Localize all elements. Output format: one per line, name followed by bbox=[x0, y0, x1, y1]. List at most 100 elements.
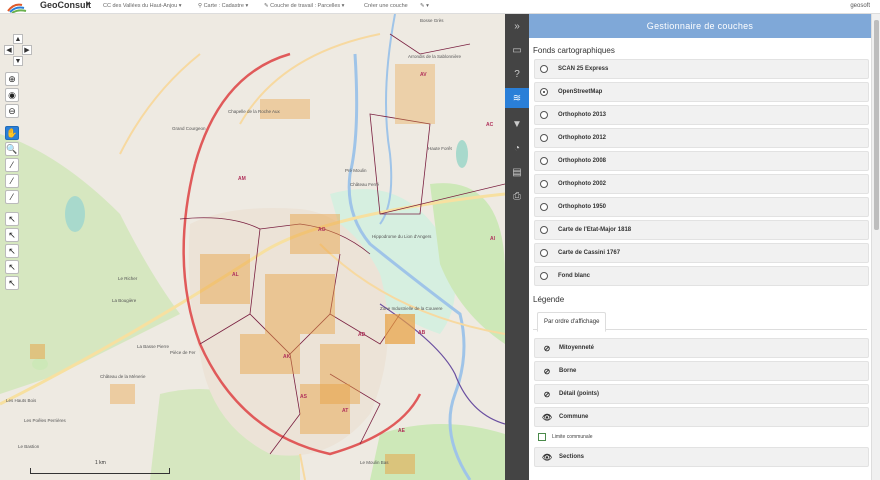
legend-sub-item: Limite communale bbox=[534, 430, 869, 444]
basemap-item[interactable]: Orthophoto 2012 bbox=[534, 128, 869, 148]
menu-create-layer[interactable]: Créer une couche bbox=[364, 3, 408, 9]
layers-icon[interactable]: ≋ bbox=[505, 88, 529, 108]
legend-label: Commune bbox=[559, 414, 589, 420]
basemap-item[interactable]: Orthophoto 2002 bbox=[534, 174, 869, 194]
basemap-label: Orthophoto 1950 bbox=[558, 204, 607, 210]
basemap-label: SCAN 25 Express bbox=[558, 66, 609, 72]
section-label: AE bbox=[398, 428, 405, 434]
select-polygon-icon[interactable]: ↖ bbox=[5, 244, 19, 258]
zoom-in-icon[interactable]: ⊕ bbox=[5, 72, 19, 86]
legend-item[interactable]: ⊘ Borne bbox=[534, 361, 869, 381]
section-label: AO bbox=[318, 227, 326, 233]
map-label: La Basse Pierre bbox=[137, 344, 170, 349]
basemap-radio[interactable] bbox=[540, 111, 548, 119]
panel-scrollbar[interactable] bbox=[871, 14, 880, 480]
menu-collectivity[interactable]: CC des Vallées du Haut-Anjou ▾ bbox=[103, 3, 182, 9]
select-line-icon[interactable]: ↖ bbox=[5, 228, 19, 242]
pan-right-icon[interactable]: ▶ bbox=[22, 45, 32, 55]
section-label: AC bbox=[486, 122, 494, 128]
map-label: Pré Moulin bbox=[345, 168, 367, 173]
legend-item[interactable]: 👁 Commune bbox=[534, 407, 869, 427]
scrollbar-thumb[interactable] bbox=[874, 20, 879, 230]
section-label: AB bbox=[418, 330, 426, 336]
zoom-out-icon[interactable]: ⊖ bbox=[5, 104, 19, 118]
basemap-radio[interactable] bbox=[540, 157, 548, 165]
legend-title: Légende bbox=[533, 295, 565, 304]
eye-slash-icon[interactable]: ⊘ bbox=[541, 390, 553, 399]
tab-display-order[interactable]: Par ordre d'affichage bbox=[537, 312, 607, 332]
basemap-radio[interactable] bbox=[540, 134, 548, 142]
section-label: AS bbox=[300, 394, 307, 400]
eye-icon[interactable]: 👁 bbox=[541, 453, 553, 462]
eye-slash-icon[interactable]: ⊘ bbox=[541, 367, 553, 376]
map-label: Arrondis de la Sablonnière bbox=[408, 54, 462, 59]
basemap-item[interactable]: Orthophoto 2013 bbox=[534, 105, 869, 125]
user-menu[interactable]: geosoft bbox=[850, 3, 870, 9]
basemap-item[interactable]: Orthophoto 1950 bbox=[534, 197, 869, 217]
map-label: Le Richer bbox=[118, 276, 138, 281]
legend-label: Sections bbox=[559, 454, 585, 460]
map-view[interactable]: ▲ ◀ ▶ ▼ ⊕ ◉ ⊖ ✋ 🔍 ⁄ ⁄ ⁄ ↖ ↖ ↖ ↖ ↖ Bosse … bbox=[0, 14, 505, 480]
brand-caret-icon[interactable]: ▾ bbox=[86, 0, 90, 8]
basemap-item[interactable]: SCAN 25 Express bbox=[534, 59, 869, 79]
window-icon[interactable]: ▭ bbox=[505, 40, 529, 60]
map-label: Château de la Ménerie bbox=[100, 374, 146, 379]
pan-left-icon[interactable]: ◀ bbox=[4, 45, 14, 55]
side-toolbar: » ▭ ? ≋ ▼ ◔ ▤ ⎙ bbox=[505, 14, 529, 480]
basemap-radio[interactable] bbox=[540, 88, 548, 96]
eye-icon[interactable]: 👁 bbox=[541, 413, 553, 422]
map-label: Haute Forêt bbox=[428, 146, 452, 151]
legend-item[interactable]: 👁 Sections bbox=[534, 447, 869, 467]
collapse-panel-icon[interactable]: » bbox=[505, 16, 529, 36]
measure-line-icon[interactable]: ⁄ bbox=[5, 158, 19, 172]
basemaps-title: Fonds cartographiques bbox=[533, 46, 615, 55]
pan-up-icon[interactable]: ▲ bbox=[13, 34, 23, 44]
map-canvas[interactable] bbox=[0, 14, 505, 480]
measure-area-icon[interactable]: ⁄ bbox=[5, 174, 19, 188]
menu-tools[interactable]: ✎ ▾ bbox=[420, 3, 429, 9]
select-point-icon[interactable]: ↖ bbox=[5, 212, 19, 226]
legend-item[interactable]: ⊘ Mitoyenneté bbox=[534, 338, 869, 358]
basemap-item[interactable]: Fond blanc bbox=[534, 266, 869, 286]
legend-label: Mitoyenneté bbox=[559, 345, 595, 351]
map-label: Pièce de Fer bbox=[170, 350, 196, 355]
basemap-item[interactable]: Carte de l'Etat-Major 1818 bbox=[534, 220, 869, 240]
select-circle-icon[interactable]: ↖ bbox=[5, 260, 19, 274]
basemap-radio[interactable] bbox=[540, 180, 548, 188]
basemap-label: Orthophoto 2012 bbox=[558, 135, 607, 141]
map-label: Château Ferré bbox=[350, 182, 380, 187]
pan-down-icon[interactable]: ▼ bbox=[13, 56, 23, 66]
basemap-label: Fond blanc bbox=[558, 273, 590, 279]
pie-chart-icon[interactable]: ◔ bbox=[505, 138, 529, 158]
panel-title: Gestionnaire de couches bbox=[529, 14, 871, 38]
basemap-radio[interactable] bbox=[540, 249, 548, 257]
globe-icon[interactable]: ◉ bbox=[5, 88, 19, 102]
map-label: Hippodrome du Lion d'Angers bbox=[372, 234, 432, 239]
menu-map[interactable]: ⚲ Carte : Cadastre ▾ bbox=[198, 3, 248, 9]
basemap-item[interactable]: Orthophoto 2008 bbox=[534, 151, 869, 171]
basemap-item[interactable]: OpenStreetMap bbox=[534, 82, 869, 102]
basemap-radio[interactable] bbox=[540, 226, 548, 234]
filter-icon[interactable]: ▼ bbox=[505, 114, 529, 134]
map-label: Chapelle de la Roche Aux bbox=[228, 109, 280, 114]
legend-sub-label: Limite communale bbox=[552, 434, 593, 440]
legend-label: Détail (points) bbox=[559, 391, 599, 397]
pan-hand-icon[interactable]: ✋ bbox=[5, 126, 19, 140]
zoom-box-icon[interactable]: 🔍 bbox=[5, 142, 19, 156]
print-icon[interactable]: ⎙ bbox=[505, 186, 529, 206]
legend-item[interactable]: ⊘ Détail (points) bbox=[534, 384, 869, 404]
basemap-radio[interactable] bbox=[540, 203, 548, 211]
menu-work-layer[interactable]: ✎ Couche de travail : Parcelles ▾ bbox=[264, 3, 344, 9]
basemap-radio[interactable] bbox=[540, 272, 548, 280]
measure-radius-icon[interactable]: ⁄ bbox=[5, 190, 19, 204]
section-label: AT bbox=[342, 408, 349, 414]
help-icon[interactable]: ? bbox=[505, 64, 529, 84]
basemap-item[interactable]: Carte de Cassini 1767 bbox=[534, 243, 869, 263]
map-icon[interactable]: ▤ bbox=[505, 162, 529, 182]
basemap-label: Carte de l'Etat-Major 1818 bbox=[558, 227, 632, 233]
legend-label: Borne bbox=[559, 368, 577, 374]
eye-slash-icon[interactable]: ⊘ bbox=[541, 344, 553, 353]
select-buffer-icon[interactable]: ↖ bbox=[5, 276, 19, 290]
basemap-radio[interactable] bbox=[540, 65, 548, 73]
app-brand[interactable]: GeoConsult bbox=[40, 0, 91, 10]
